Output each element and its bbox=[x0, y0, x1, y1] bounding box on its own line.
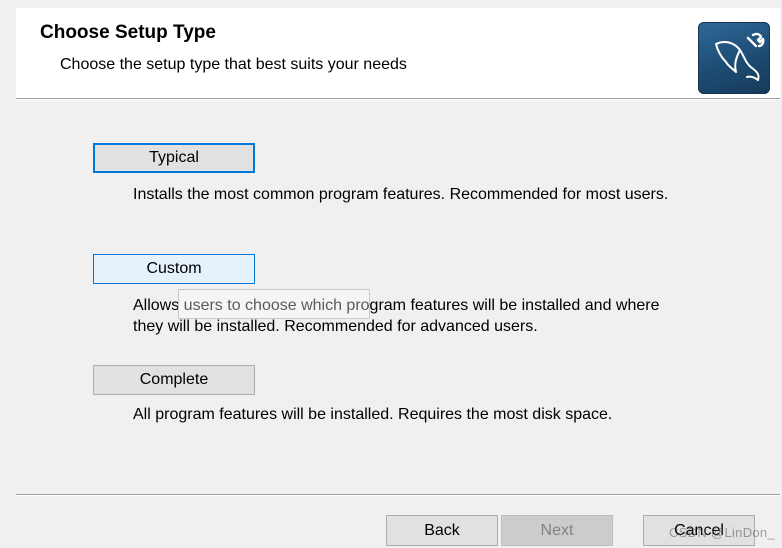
typical-description-text: Installs the most common program feature… bbox=[133, 186, 669, 203]
setup-type-dialog: Choose Setup Type Choose the setup type … bbox=[0, 0, 782, 548]
complete-description-text: All program features will be installed. … bbox=[133, 406, 613, 423]
tooltip-overlay bbox=[178, 289, 370, 319]
header-divider bbox=[16, 98, 780, 100]
complete-description: All program features will be installed. … bbox=[133, 404, 612, 425]
header-banner: Choose Setup Type Choose the setup type … bbox=[16, 8, 780, 98]
footer-divider bbox=[16, 494, 780, 496]
typical-button[interactable]: Typical bbox=[93, 143, 255, 173]
page-title: Choose Setup Type bbox=[40, 22, 216, 43]
custom-button[interactable]: Custom bbox=[93, 254, 255, 284]
custom-description-line2: they will be installed. Recommended for … bbox=[133, 318, 538, 335]
back-button[interactable]: Back bbox=[386, 515, 498, 546]
page-subtitle: Choose the setup type that best suits yo… bbox=[60, 56, 407, 73]
watermark-text: CSDN @LinDon_ bbox=[669, 525, 775, 540]
complete-button[interactable]: Complete bbox=[93, 365, 255, 395]
typical-description: Installs the most common program feature… bbox=[133, 184, 668, 205]
mysql-dolphin-icon bbox=[698, 22, 770, 94]
next-button[interactable]: Next bbox=[501, 515, 613, 546]
